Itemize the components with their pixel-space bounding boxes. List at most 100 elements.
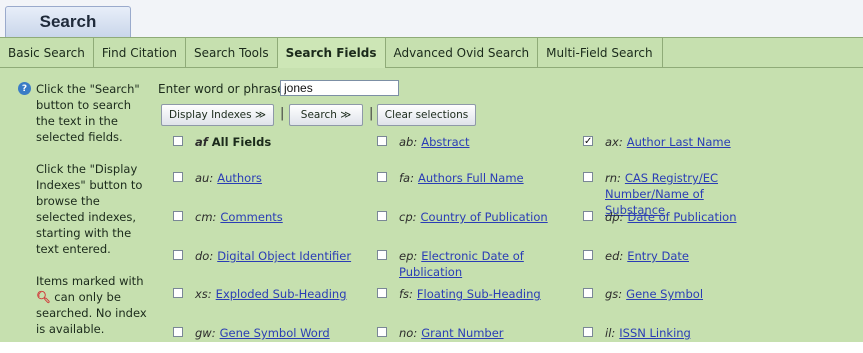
tab-advanced-ovid-search[interactable]: Advanced Ovid Search [386, 38, 539, 68]
field-option-all-fields: af All Fields [173, 134, 358, 150]
field-label-link[interactable]: Floating Sub-Heading [417, 287, 541, 301]
field-label-link[interactable]: Country of Publication [421, 210, 548, 224]
field-code: do: [195, 249, 214, 263]
field-option-authors-full-name: fa: Authors Full Name [377, 170, 577, 186]
field-text: ab: Abstract [377, 134, 577, 150]
top-bar: Search [0, 0, 863, 38]
field-code: ab: [399, 135, 418, 149]
field-option-date-of-publication: dp: Date of Publication [583, 209, 738, 225]
help-circle-icon: ? [18, 82, 31, 95]
field-option-abstract: ab: Abstract [377, 134, 577, 150]
search-button[interactable]: Search ≫ [289, 104, 363, 126]
field-option-comments: cm: Comments [173, 209, 358, 225]
field-text: fa: Authors Full Name [377, 170, 577, 186]
field-label-link[interactable]: Authors [217, 171, 262, 185]
field-checkbox[interactable] [583, 288, 593, 298]
field-checkbox[interactable] [583, 172, 593, 182]
field-code: rn: [605, 171, 621, 185]
search-term-input[interactable] [280, 80, 399, 96]
field-option-grant-number: no: Grant Number [377, 325, 577, 341]
help-marked-before: Items marked with [36, 274, 144, 288]
field-checkbox[interactable] [173, 172, 183, 182]
field-text: cm: Comments [173, 209, 358, 225]
field-label-link[interactable]: Electronic Date of Publication [399, 249, 524, 279]
button-separator: | [369, 106, 374, 121]
field-code: au: [195, 171, 214, 185]
field-option-exploded-sub-heading: xs: Exploded Sub-Heading [173, 286, 358, 302]
field-label-link[interactable]: Digital Object Identifier [217, 249, 351, 263]
field-text: ax: Author Last Name [583, 134, 738, 150]
field-option-authors: au: Authors [173, 170, 358, 186]
field-checkbox[interactable] [583, 250, 593, 260]
field-text: no: Grant Number [377, 325, 577, 341]
field-checkbox[interactable] [173, 250, 183, 260]
field-option-author-last-name: ✓ ax: Author Last Name [583, 134, 738, 150]
field-code: cm: [195, 210, 217, 224]
field-label-link[interactable]: Gene Symbol Word [220, 326, 330, 340]
field-text: gw: Gene Symbol Word [173, 325, 358, 341]
field-text: il: ISSN Linking [583, 325, 738, 341]
field-text: ep: Electronic Date of Publication [377, 248, 577, 280]
field-text: af All Fields [173, 134, 358, 150]
field-label-link[interactable]: Comments [220, 210, 282, 224]
field-label-link[interactable]: Exploded Sub-Heading [216, 287, 347, 301]
field-label-link[interactable]: Abstract [421, 135, 469, 149]
field-option-digital-object-identifier: do: Digital Object Identifier [173, 248, 358, 264]
field-code: ed: [605, 249, 624, 263]
button-separator: | [280, 106, 285, 121]
field-label-link[interactable]: Date of Publication [627, 210, 736, 224]
tab-basic-search[interactable]: Basic Search [0, 38, 94, 68]
field-text: xs: Exploded Sub-Heading [173, 286, 358, 302]
clear-selections-button[interactable]: Clear selections [377, 104, 476, 126]
field-code: fs: [399, 287, 413, 301]
tab-find-citation[interactable]: Find Citation [94, 38, 186, 68]
search-panel: Basic Search Find Citation Search Tools … [0, 37, 863, 342]
field-checkbox[interactable] [173, 288, 183, 298]
field-code: af [195, 135, 208, 149]
field-checkbox[interactable] [583, 327, 593, 337]
field-checkbox[interactable] [377, 250, 387, 260]
field-checkbox[interactable] [173, 327, 183, 337]
field-label-link[interactable]: Gene Symbol [626, 287, 703, 301]
field-text: au: Authors [173, 170, 358, 186]
field-code: fa: [399, 171, 414, 185]
help-marked-after: can only be searched. No index is availa… [36, 290, 147, 336]
field-option-issn-linking: il: ISSN Linking [583, 325, 738, 341]
field-text: gs: Gene Symbol [583, 286, 738, 302]
field-code: cp: [399, 210, 417, 224]
field-checkbox[interactable] [377, 172, 387, 182]
field-label-link[interactable]: Author Last Name [627, 135, 731, 149]
help-paragraph-display-indexes: Click the "Display Indexes" button to br… [36, 162, 143, 256]
field-label-link[interactable]: Grant Number [421, 326, 503, 340]
field-option-country-of-publication: cp: Country of Publication [377, 209, 577, 225]
help-paragraph-search-only: Items marked with 🔍︎ can only be searche… [18, 273, 148, 337]
display-indexes-button[interactable]: Display Indexes ≫ [161, 104, 274, 126]
field-checkbox[interactable]: ✓ [583, 136, 593, 147]
field-option-electronic-date-of-publication: ep: Electronic Date of Publication [377, 248, 577, 280]
field-label-link[interactable]: Authors Full Name [418, 171, 524, 185]
field-code: ax: [605, 135, 623, 149]
field-checkbox[interactable] [173, 136, 183, 146]
tab-search-fields[interactable]: Search Fields [277, 38, 386, 68]
field-code: ep: [399, 249, 418, 263]
search-mode-tabs: Basic Search Find Citation Search Tools … [0, 38, 863, 68]
field-label-link[interactable]: Entry Date [627, 249, 689, 263]
field-text: ed: Entry Date [583, 248, 738, 264]
tab-multi-field-search[interactable]: Multi-Field Search [538, 38, 664, 68]
field-checkbox[interactable] [583, 211, 593, 221]
field-checkbox[interactable] [377, 211, 387, 221]
field-code: no: [399, 326, 418, 340]
help-text: ? Click the "Search" button to search th… [18, 81, 148, 353]
magnifier-icon: 🔍︎ [36, 290, 51, 304]
field-checkbox[interactable] [377, 288, 387, 298]
field-checkbox[interactable] [377, 327, 387, 337]
field-text: dp: Date of Publication [583, 209, 738, 225]
field-checkbox[interactable] [377, 136, 387, 146]
tab-search-tools[interactable]: Search Tools [186, 38, 278, 68]
field-label-link[interactable]: ISSN Linking [619, 326, 691, 340]
search-header-tab[interactable]: Search [5, 6, 131, 37]
field-code: gs: [605, 287, 623, 301]
field-text: do: Digital Object Identifier [173, 248, 358, 264]
field-checkbox[interactable] [173, 211, 183, 221]
field-text: cp: Country of Publication [377, 209, 577, 225]
